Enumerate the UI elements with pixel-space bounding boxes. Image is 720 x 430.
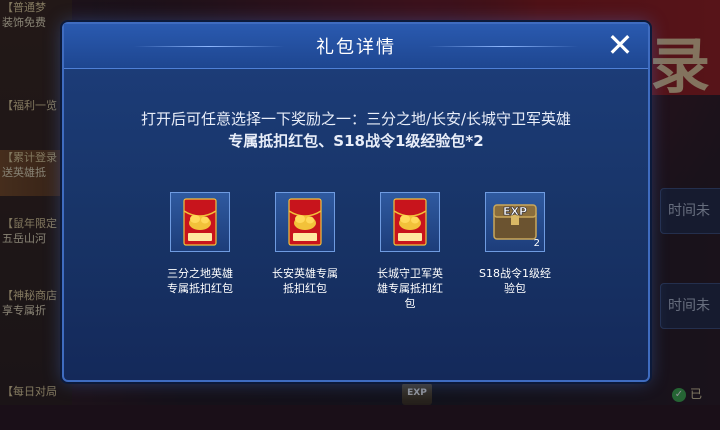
- dialog-title: 礼包详情: [316, 37, 396, 58]
- dialog-header: 礼包详情 ✕: [64, 24, 648, 69]
- reward-label: S18战令1级经验包: [479, 267, 551, 295]
- red-envelope-icon: [288, 198, 322, 246]
- red-envelope-icon: [393, 198, 427, 246]
- reward-icon-tile: EXP 2: [485, 192, 545, 252]
- reward-item[interactable]: 三分之地英雄专属抵扣红包: [158, 192, 242, 296]
- reward-label: 长城守卫军英雄专属抵扣红包: [377, 267, 443, 310]
- red-envelope-icon: [183, 198, 217, 246]
- reward-icon-tile: [275, 192, 335, 252]
- gift-description: 打开后可任意选择一下奖励之一：三分之地/长安/长城守卫军英雄 专属抵扣红包、S1…: [140, 110, 572, 150]
- reward-count: 2: [533, 238, 540, 249]
- reward-icon-tile: [380, 192, 440, 252]
- reward-icon-tile: [170, 192, 230, 252]
- reward-label: 长安英雄专属抵扣红包: [272, 267, 338, 295]
- close-icon: ✕: [606, 26, 634, 64]
- reward-item[interactable]: EXP 2 S18战令1级经验包: [473, 192, 557, 296]
- reward-label: 三分之地英雄专属抵扣红包: [167, 267, 233, 295]
- close-button[interactable]: ✕: [602, 28, 638, 64]
- gift-pack-dialog: 礼包详情 ✕ 打开后可任意选择一下奖励之一：三分之地/长安/长城守卫军英雄 专属…: [62, 22, 650, 382]
- reward-item[interactable]: 长安英雄专属抵扣红包: [263, 192, 347, 296]
- reward-item[interactable]: 长城守卫军英雄专属抵扣红包: [368, 192, 452, 311]
- exp-badge-text: EXP: [503, 205, 527, 218]
